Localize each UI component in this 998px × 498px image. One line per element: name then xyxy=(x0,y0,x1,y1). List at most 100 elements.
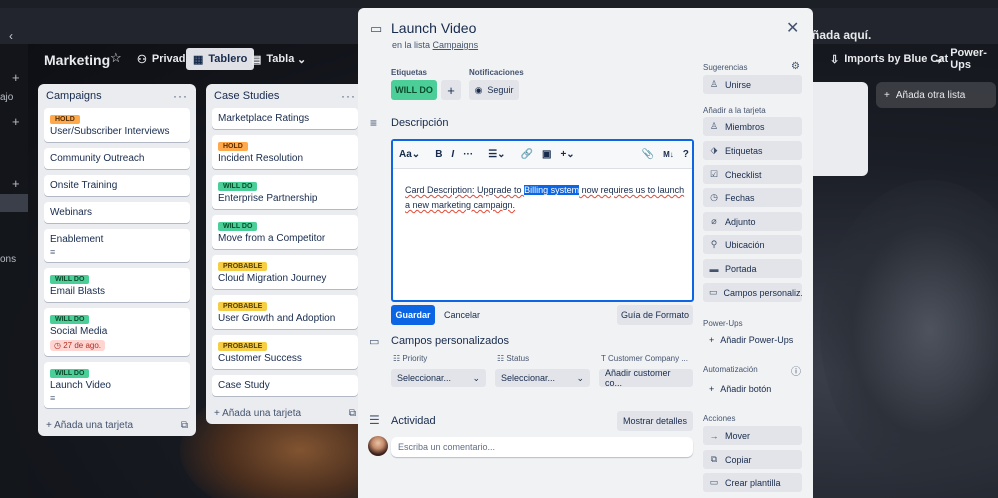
card[interactable]: Community Outreach xyxy=(44,148,190,169)
card-title: Social Media xyxy=(50,326,108,337)
format-guide-button[interactable]: Guía de Formato xyxy=(617,305,693,325)
card-label: WILL DO xyxy=(218,222,258,231)
add-icon[interactable]: + xyxy=(12,70,20,85)
image-icon[interactable]: ▣ xyxy=(542,149,551,160)
checklist-button[interactable]: ☑ Checklist xyxy=(703,165,802,184)
add-icon[interactable]: + xyxy=(12,176,20,191)
card[interactable]: Webinars xyxy=(44,202,190,223)
add-icon[interactable]: + xyxy=(12,114,20,129)
views-dropdown-icon[interactable]: ⌄ xyxy=(290,48,313,70)
help-icon[interactable]: ? xyxy=(683,149,689,160)
customer-company-field[interactable]: Añadir customer co... xyxy=(599,368,693,388)
template-icon[interactable]: ⧉ xyxy=(349,408,356,419)
description-text-part: Card Description: Upgrade to xyxy=(405,185,525,195)
announcement-text: ñada aquí. xyxy=(812,28,872,42)
activity-title: Actividad xyxy=(391,415,436,427)
rail-text: ajo xyxy=(0,92,14,103)
in-list-prefix: en la lista xyxy=(392,40,431,50)
text-style-dropdown[interactable]: Aa⌄ xyxy=(399,149,420,160)
label-chip[interactable]: WILL DO xyxy=(391,80,437,100)
markdown-icon[interactable]: M↓ xyxy=(663,150,674,159)
clock-icon: ◷ xyxy=(54,341,64,350)
labels-button[interactable]: ⬗ Etiquetas xyxy=(703,141,802,160)
add-card-button[interactable]: + Añada una tarjeta ⧉ xyxy=(206,402,364,424)
card[interactable]: Enablement ≡ xyxy=(44,229,190,262)
card-title: Move from a Competitor xyxy=(218,233,326,244)
attachment-button[interactable]: ⌀ Adjunto xyxy=(703,212,802,231)
card[interactable]: PROBABLE User Growth and Adoption xyxy=(212,295,358,329)
cancel-button[interactable]: Cancelar xyxy=(440,305,484,325)
card[interactable]: Onsite Training xyxy=(44,175,190,196)
status-select[interactable]: Seleccionar... ⌄ xyxy=(495,369,590,387)
priority-select[interactable]: Seleccionar... ⌄ xyxy=(391,369,486,387)
comment-input[interactable]: Escriba un comentario... xyxy=(391,437,693,457)
show-details-button[interactable]: Mostrar detalles xyxy=(617,411,693,431)
due-date-badge[interactable]: ◷ 27 de ago. xyxy=(50,340,106,351)
user-icon: ♙ xyxy=(709,121,719,131)
more-formatting-icon[interactable]: ··· xyxy=(463,149,473,160)
card-detail-modal: ▭ Launch Video en la lista Campaigns ✕ E… xyxy=(358,8,813,498)
bold-icon[interactable]: B xyxy=(435,149,442,160)
card[interactable]: WILL DO Launch Video ≡ xyxy=(44,362,190,408)
card[interactable]: WILL DO Enterprise Partnership xyxy=(212,175,358,209)
description-editor[interactable]: Aa⌄ B I ··· ☰⌄ 🔗 ▣ +⌄ 📎 M↓ ? Card Descri… xyxy=(391,139,694,302)
avatar[interactable] xyxy=(368,436,388,456)
italic-icon[interactable]: I xyxy=(451,149,454,160)
follow-button[interactable]: ◉ Seguir xyxy=(469,80,519,100)
card[interactable]: Case Study xyxy=(212,375,358,396)
card[interactable]: HOLD User/Subscriber Interviews xyxy=(44,108,190,142)
dates-button[interactable]: ◷ Fechas xyxy=(703,188,802,207)
add-button-button[interactable]: + Añadir botón xyxy=(703,379,802,398)
view-board-label: Tablero xyxy=(208,53,248,65)
powerups-label: Power-Ups xyxy=(950,47,987,71)
card-title: Incident Resolution xyxy=(218,153,304,164)
save-button[interactable]: Guardar xyxy=(391,305,435,325)
rail-selected-item[interactable] xyxy=(0,194,28,212)
link-icon[interactable]: 🔗 xyxy=(521,149,533,160)
card-label: WILL DO xyxy=(50,275,90,284)
add-list-button[interactable]: + Añada otra lista xyxy=(876,82,996,108)
list-title[interactable]: Campaigns xyxy=(46,90,102,102)
copy-button[interactable]: ⧉ Copiar xyxy=(703,450,802,469)
create-template-button[interactable]: ▭ Crear plantilla xyxy=(703,473,802,492)
custom-fields-button[interactable]: ▭ Campos personaliz... xyxy=(703,283,802,302)
more-icon[interactable]: ··· xyxy=(341,89,356,103)
template-icon[interactable]: ⧉ xyxy=(181,420,188,431)
list-header: Case Studies ··· xyxy=(206,84,364,108)
members-button[interactable]: ♙ Miembros xyxy=(703,117,802,136)
gear-icon[interactable]: ⚙ xyxy=(791,61,800,72)
card[interactable]: WILL DO Social Media ◷ 27 de ago. xyxy=(44,308,190,356)
custom-fields-title: Campos personalizados xyxy=(391,335,510,347)
add-button-label: Añadir botón xyxy=(720,383,772,394)
list-icon[interactable]: ☰⌄ xyxy=(488,149,505,160)
star-icon[interactable]: ☆ xyxy=(110,50,122,66)
attachment-icon[interactable]: 📎 xyxy=(642,149,654,160)
move-button[interactable]: → Mover xyxy=(703,426,802,445)
add-card-button[interactable]: + Añada una tarjeta ⧉ xyxy=(38,414,196,436)
collapse-sidebar-icon[interactable]: ‹ xyxy=(0,18,22,54)
location-button[interactable]: ⚲ Ubicación xyxy=(703,235,802,254)
card-icon: ▭ xyxy=(370,21,383,36)
powerups-button[interactable]: ➶ Power-Ups xyxy=(929,47,998,71)
card[interactable]: PROBABLE Customer Success xyxy=(212,335,358,369)
people-icon: ⚇ xyxy=(137,53,147,66)
suggestions-heading: Sugerencias xyxy=(703,63,748,72)
card[interactable]: WILL DO Email Blasts xyxy=(44,268,190,302)
cover-button[interactable]: ▬ Portada xyxy=(703,259,802,278)
modal-title[interactable]: Launch Video xyxy=(391,20,476,36)
list-link[interactable]: Campaigns xyxy=(433,40,479,50)
insert-icon[interactable]: +⌄ xyxy=(560,149,574,160)
more-icon[interactable]: ··· xyxy=(173,89,188,103)
add-powerups-button[interactable]: + Añadir Power-Ups xyxy=(703,330,802,349)
join-button[interactable]: ♙ Unirse xyxy=(703,75,802,94)
info-icon[interactable]: ⓘ xyxy=(791,363,801,378)
add-label-button[interactable]: + xyxy=(441,80,461,100)
card[interactable]: PROBABLE Cloud Migration Journey xyxy=(212,255,358,289)
card[interactable]: WILL DO Move from a Competitor xyxy=(212,215,358,249)
list-title[interactable]: Case Studies xyxy=(214,90,279,102)
card[interactable]: Marketplace Ratings xyxy=(212,108,358,129)
card[interactable]: HOLD Incident Resolution xyxy=(212,135,358,169)
close-icon[interactable]: ✕ xyxy=(786,18,799,38)
board-title[interactable]: Marketing xyxy=(44,52,110,68)
description-text[interactable]: Card Description: Upgrade to Billing sys… xyxy=(405,183,687,213)
